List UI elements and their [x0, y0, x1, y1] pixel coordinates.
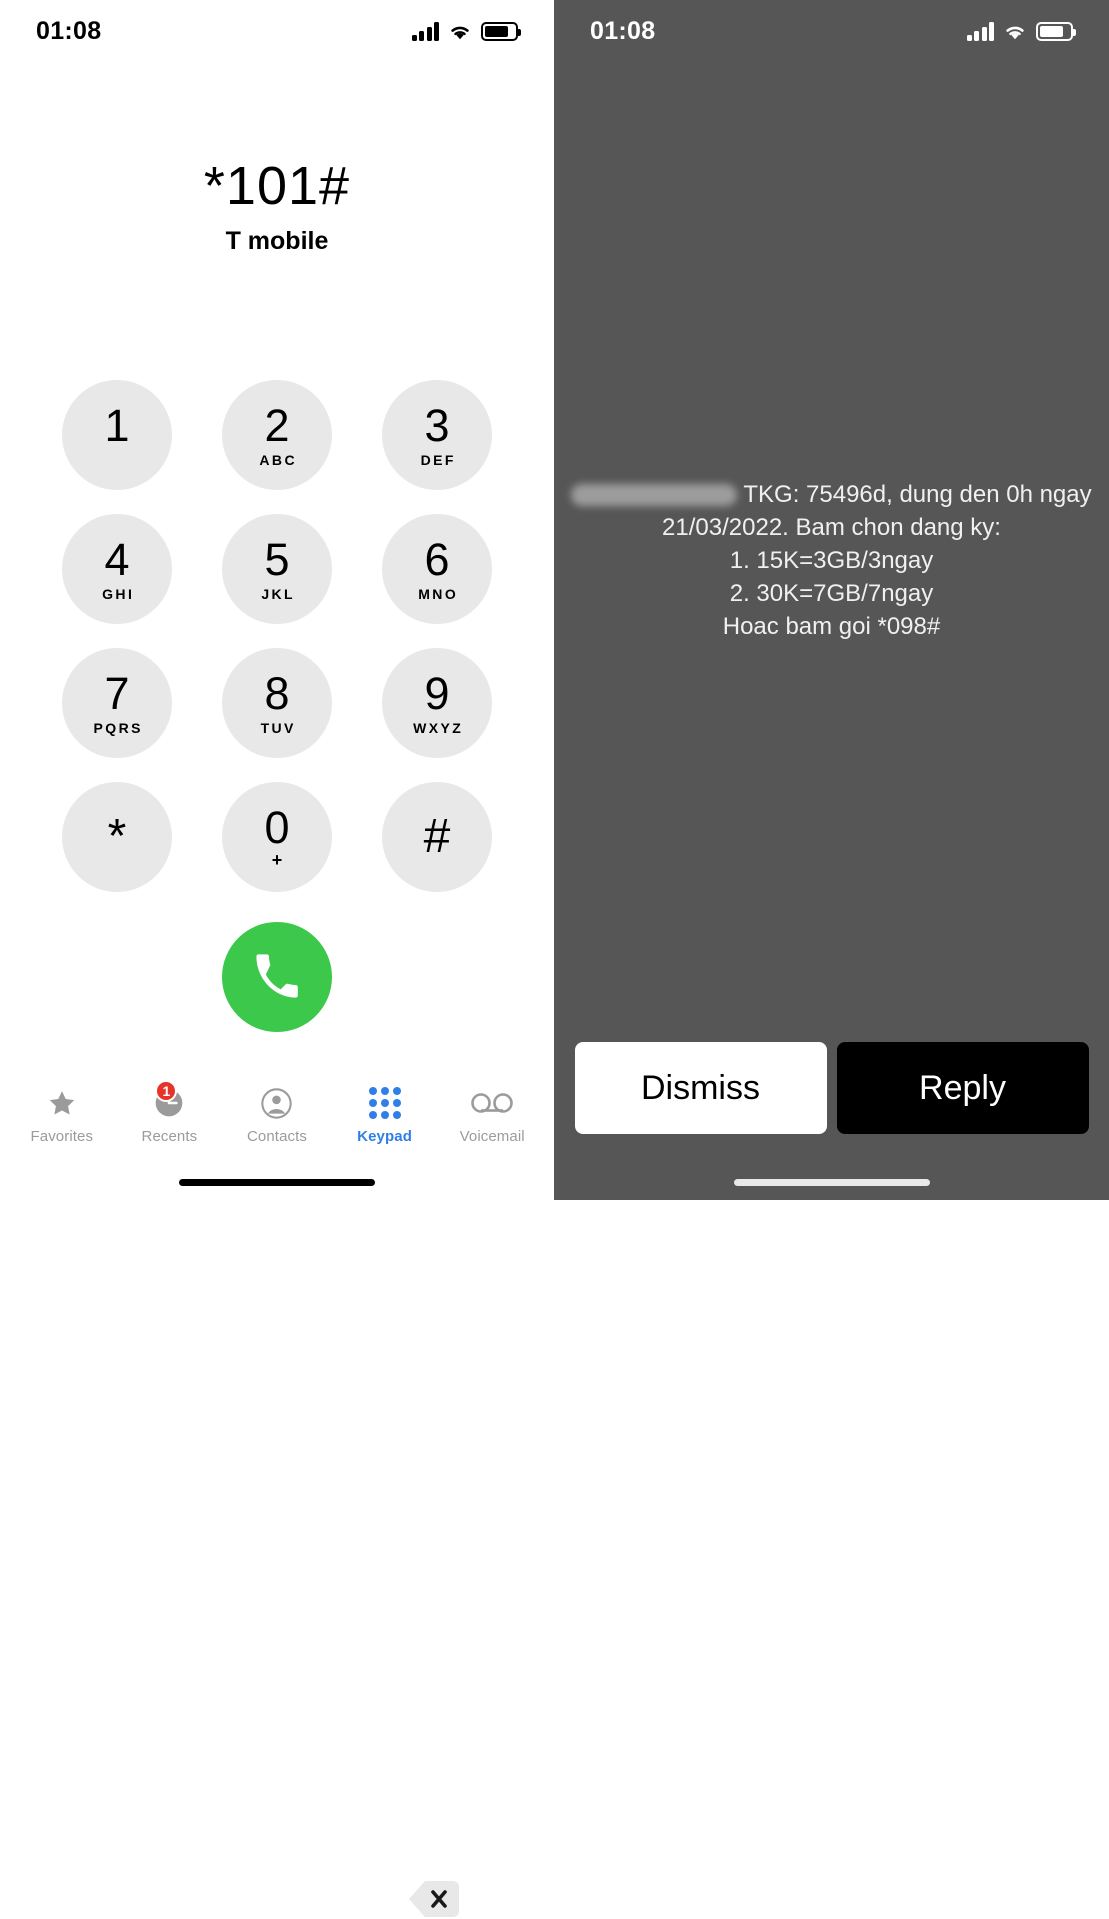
- dismiss-button[interactable]: Dismiss: [574, 1042, 827, 1134]
- keypad-key-letters: TUV: [260, 719, 296, 736]
- keypad-key-digit: 5: [264, 533, 290, 585]
- keypad-key-digit: *: [107, 809, 127, 863]
- person-circle-icon: [261, 1087, 293, 1119]
- keypad-key-plus: +: [271, 850, 283, 870]
- keypad-key-letters: DEF: [420, 451, 456, 468]
- phone-tab-bar: Favorites 1 Recents Contacts Keypad Voic…: [0, 1080, 554, 1164]
- status-bar-icons: [411, 21, 521, 41]
- keypad-key-letters: ABC: [259, 451, 297, 468]
- ussd-message-line-text: TKG: 75496d, dung den 0h ngay: [743, 481, 1092, 508]
- carrier-label: T mobile: [225, 226, 329, 255]
- tab-label: Favorites: [30, 1128, 94, 1145]
- keypad-key-1[interactable]: 1: [62, 380, 172, 490]
- star-icon: [49, 1090, 75, 1114]
- keypad-key-digit: 2: [264, 399, 290, 451]
- keypad-key-9[interactable]: 9 WXYZ: [382, 648, 492, 758]
- ussd-message-line: 21/03/2022. Bam chon dang ky:: [662, 514, 1001, 541]
- home-indicator[interactable]: [179, 1179, 375, 1186]
- keypad-key-asterisk[interactable]: *: [62, 782, 172, 892]
- ussd-message-line: Hoac bam goi *098#: [722, 613, 941, 640]
- tab-icon-wrap: [368, 1086, 401, 1120]
- status-bar-time: 01:08: [590, 16, 656, 45]
- keypad-key-digit: 4: [104, 533, 130, 585]
- dual-screen-container: 01:08 *101# T mobile 1 2 ABC 3 DEF 4 GHI…: [0, 0, 1109, 1917]
- tab-favorites[interactable]: Favorites: [13, 1086, 111, 1145]
- home-indicator[interactable]: [733, 1179, 930, 1186]
- tab-icon-wrap: [46, 1086, 78, 1120]
- ussd-message-body: TKG: 75496d, dung den 0h ngay 21/03/2022…: [554, 478, 1109, 643]
- tab-icon-wrap: [470, 1086, 514, 1120]
- cellular-signal-icon: [411, 21, 439, 41]
- keypad-key-digit: 0: [264, 802, 290, 853]
- keypad-key-digit: 9: [424, 667, 450, 719]
- ussd-action-buttons: Dismiss Reply: [554, 1042, 1109, 1134]
- keypad-key-digit: 8: [264, 667, 290, 719]
- tab-label: Contacts: [246, 1128, 307, 1145]
- keypad-key-letters: PQRS: [93, 719, 143, 736]
- status-bar-time: 01:08: [36, 16, 102, 45]
- keypad-key-digit: #: [423, 809, 451, 863]
- keypad-key-hash[interactable]: #: [382, 782, 492, 892]
- keypad-dots-icon: [368, 1087, 401, 1119]
- ussd-message-line: 2. 30K=7GB/7ngay: [729, 580, 934, 607]
- keypad-key-letters: MNO: [418, 585, 459, 602]
- redacted-sender-bar: [571, 483, 738, 506]
- keypad-key-4[interactable]: 4 GHI: [62, 514, 172, 624]
- reply-button[interactable]: Reply: [836, 1042, 1089, 1134]
- status-bar-left: 01:08: [0, 0, 554, 62]
- tab-label: Keypad: [357, 1128, 412, 1145]
- tab-label: Voicemail: [459, 1128, 525, 1145]
- ussd-notification-screen: 01:08 TKG: 75496d, dung den 0h ngay 21/0…: [554, 0, 1109, 1200]
- keypad-key-letters: JKL: [261, 585, 296, 602]
- backspace-delete-icon: [409, 1881, 459, 1917]
- keypad-key-3[interactable]: 3 DEF: [382, 380, 492, 490]
- status-bar-right: 01:08: [554, 0, 1109, 62]
- voicemail-icon: [471, 1093, 513, 1113]
- tab-keypad[interactable]: Keypad: [336, 1086, 434, 1145]
- tab-recents[interactable]: 1 Recents: [120, 1080, 218, 1145]
- keypad-key-8[interactable]: 8 TUV: [222, 648, 332, 758]
- keypad-key-5[interactable]: 5 JKL: [222, 514, 332, 624]
- cellular-signal-icon: [966, 21, 994, 41]
- call-action-row: [0, 922, 554, 1917]
- keypad-key-7[interactable]: 7 PQRS: [62, 648, 172, 758]
- keypad-key-digit: 6: [424, 533, 450, 585]
- keypad-key-0[interactable]: 0 +: [222, 782, 332, 892]
- keypad-key-digit: 7: [104, 667, 130, 719]
- dialed-number-area: *101# T mobile: [0, 158, 554, 256]
- keypad-key-digit: 1: [104, 399, 130, 451]
- wifi-icon: [451, 26, 469, 39]
- keypad-key-letters: WXYZ: [413, 719, 464, 736]
- keypad-key-letters: GHI: [102, 585, 135, 602]
- ussd-message-line: 1. 15K=3GB/3ngay: [729, 547, 934, 574]
- call-button[interactable]: [222, 922, 332, 1032]
- dial-keypad: 1 2 ABC 3 DEF 4 GHI 5 JKL 6 MNO 7 PQRS 8…: [62, 380, 492, 892]
- wifi-icon: [1006, 26, 1024, 39]
- tab-icon-wrap: 1: [153, 1080, 185, 1120]
- keypad-key-2[interactable]: 2 ABC: [222, 380, 332, 490]
- status-bar-icons: [966, 21, 1076, 41]
- keypad-key-digit: 3: [424, 399, 450, 451]
- tab-icon-wrap: [260, 1086, 293, 1120]
- keypad-key-6[interactable]: 6 MNO: [382, 514, 492, 624]
- tab-voicemail[interactable]: Voicemail: [443, 1086, 541, 1145]
- phone-dialer-screen: 01:08 *101# T mobile 1 2 ABC 3 DEF 4 GHI…: [0, 0, 554, 1917]
- delete-backspace-button[interactable]: [408, 1879, 460, 1919]
- battery-icon: [481, 21, 521, 41]
- battery-icon: [1036, 21, 1076, 41]
- tab-label: Recents: [141, 1128, 198, 1145]
- tab-contacts[interactable]: Contacts: [228, 1086, 326, 1145]
- ussd-message-line: TKG: 75496d, dung den 0h ngay: [571, 478, 1092, 511]
- dialed-number: *101#: [203, 156, 351, 216]
- phone-handset-icon: [256, 954, 298, 998]
